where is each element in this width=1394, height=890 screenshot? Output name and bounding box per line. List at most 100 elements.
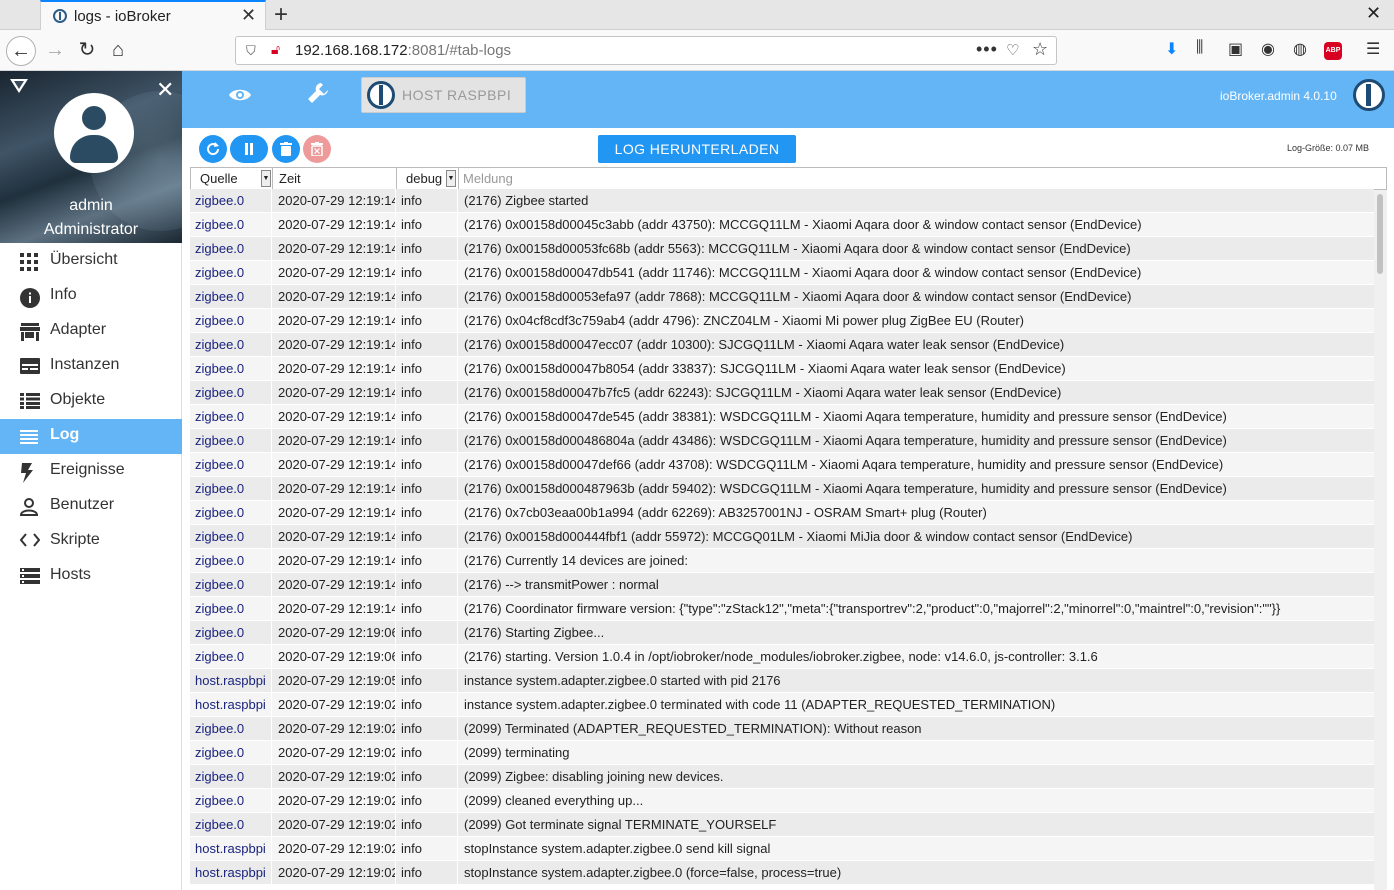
log-level: info	[396, 597, 458, 621]
sidebar-item-ereignisse[interactable]: Ereignisse	[0, 454, 182, 489]
log-source[interactable]: zigbee.0	[190, 309, 272, 333]
host-button[interactable]: HOST RASPBPI	[361, 77, 526, 113]
avatar	[54, 93, 134, 173]
browser-tabbar: logs - ioBroker ✕ + ✕	[0, 0, 1394, 31]
adblock-icon[interactable]: ABP	[1324, 42, 1342, 60]
sidebar-item-info[interactable]: Info	[0, 279, 182, 314]
sidebar: ✕ admin Administrator Übersicht Info Ada…	[0, 71, 182, 890]
log-source[interactable]: zigbee.0	[190, 741, 272, 765]
extension-icon[interactable]: ◍	[1293, 39, 1307, 59]
log-level: info	[396, 573, 458, 597]
log-source[interactable]: zigbee.0	[190, 333, 272, 357]
scrollbar-thumb[interactable]	[1377, 194, 1383, 274]
eye-icon[interactable]	[228, 83, 252, 109]
log-source[interactable]: zigbee.0	[190, 405, 272, 429]
log-source[interactable]: zigbee.0	[190, 597, 272, 621]
sidebar-item-instanzen[interactable]: Instanzen	[0, 349, 182, 384]
log-source[interactable]: zigbee.0	[190, 285, 272, 309]
table-row: zigbee.0 2020-07-29 12:19:14 info (2176) 0x…	[190, 261, 1374, 285]
log-message: (2176) 0x00158d00047def66 (addr 43708): …	[464, 457, 1224, 472]
pocket-icon[interactable]: ♡	[1006, 41, 1019, 59]
log-source[interactable]: host.raspbpi	[190, 693, 272, 717]
log-source[interactable]: zigbee.0	[190, 453, 272, 477]
pause-button[interactable]	[230, 135, 268, 163]
log-source[interactable]: zigbee.0	[190, 573, 272, 597]
log-source[interactable]: zigbee.0	[190, 765, 272, 789]
log-source[interactable]: zigbee.0	[190, 717, 272, 741]
log-scrollbar[interactable]	[1374, 190, 1387, 890]
log-source[interactable]: zigbee.0	[190, 549, 272, 573]
log-source[interactable]: host.raspbpi	[190, 861, 272, 885]
triangle-menu-icon[interactable]	[10, 79, 28, 93]
table-row: zigbee.0 2020-07-29 12:19:02 info (2099) Zi…	[190, 765, 1374, 789]
message-filter-input[interactable]: Meldung	[459, 168, 513, 189]
table-row: zigbee.0 2020-07-29 12:19:14 info (2176) 0x…	[190, 285, 1374, 309]
sidebar-item-benutzer[interactable]: Benutzer	[0, 489, 182, 524]
reload-icon[interactable]: ↻	[72, 36, 102, 66]
log-source[interactable]: zigbee.0	[190, 621, 272, 645]
sidebar-item-hosts[interactable]: Hosts	[0, 559, 182, 594]
time-filter[interactable]: Zeit	[273, 168, 397, 189]
download-icon[interactable]: ⬇	[1165, 39, 1178, 59]
menu-icon[interactable]: ☰	[1366, 39, 1380, 59]
delete-button[interactable]	[272, 135, 300, 163]
sidebar-item-skripte[interactable]: Skripte	[0, 524, 182, 559]
chevron-down-icon[interactable]: ▼	[446, 170, 456, 187]
log-level: info	[396, 741, 458, 765]
code-icon	[19, 533, 41, 551]
url-text[interactable]: 192.168.168.172:8081/#tab-logs	[295, 42, 511, 59]
level-filter[interactable]: debug ▼	[397, 168, 459, 189]
sidebar-item-adapter[interactable]: Adapter	[0, 314, 182, 349]
sidebar-item-objekte[interactable]: Objekte	[0, 384, 182, 419]
reader-icon[interactable]: ▣	[1228, 39, 1243, 59]
forward-icon[interactable]: →	[40, 36, 70, 66]
home-icon[interactable]: ⌂	[103, 36, 133, 66]
library-icon[interactable]: ⫼	[1196, 39, 1203, 57]
chevron-down-icon[interactable]: ▼	[261, 170, 271, 187]
log-source[interactable]: zigbee.0	[190, 429, 272, 453]
sidebar-item-uebersicht[interactable]: Übersicht	[0, 244, 182, 279]
table-row: zigbee.0 2020-07-29 12:19:02 info (2099) Go…	[190, 813, 1374, 837]
source-filter[interactable]: Quelle ▼	[191, 168, 273, 189]
log-time: 2020-07-29 12:19:02	[272, 813, 396, 837]
tab-close-icon[interactable]: ✕	[241, 5, 256, 26]
log-source[interactable]: zigbee.0	[190, 357, 272, 381]
delete-file-button[interactable]	[303, 135, 331, 163]
log-message: (2176) Starting Zigbee...	[464, 625, 605, 640]
refresh-button[interactable]	[199, 135, 227, 163]
log-source[interactable]: zigbee.0	[190, 501, 272, 525]
page-actions-icon[interactable]: •••	[976, 39, 998, 60]
log-source[interactable]: zigbee.0	[190, 789, 272, 813]
url-bar[interactable]: ⛉ 🔓︎ 192.168.168.172:8081/#tab-logs ••• …	[235, 36, 1057, 65]
log-source[interactable]: zigbee.0	[190, 213, 272, 237]
log-source[interactable]: zigbee.0	[190, 237, 272, 261]
bookmark-star-icon[interactable]: ☆	[1032, 39, 1048, 60]
hosts-icon	[20, 568, 40, 586]
table-row: zigbee.0 2020-07-29 12:19:14 info (2176) 0x…	[190, 381, 1374, 405]
log-source[interactable]: zigbee.0	[190, 189, 272, 213]
log-source[interactable]: host.raspbpi	[190, 837, 272, 861]
table-row: zigbee.0 2020-07-29 12:19:14 info (2176) 0x…	[190, 525, 1374, 549]
close-icon[interactable]: ✕	[156, 77, 174, 103]
log-source[interactable]: zigbee.0	[190, 813, 272, 837]
flash-icon	[20, 463, 40, 483]
log-source[interactable]: zigbee.0	[190, 381, 272, 405]
log-source[interactable]: zigbee.0	[190, 645, 272, 669]
log-source[interactable]: zigbee.0	[190, 525, 272, 549]
wrench-icon[interactable]	[306, 81, 330, 112]
log-source[interactable]: host.raspbpi	[190, 669, 272, 693]
insecure-lock-icon[interactable]: 🔓︎	[271, 41, 280, 58]
back-icon[interactable]: ←	[6, 36, 36, 66]
sidebar-item-log[interactable]: Log	[0, 419, 182, 454]
log-source[interactable]: zigbee.0	[190, 261, 272, 285]
account-icon[interactable]: ◉	[1261, 39, 1275, 59]
browser-tab[interactable]: logs - ioBroker ✕	[40, 0, 266, 31]
table-row: zigbee.0 2020-07-29 12:19:14 info (2176) 0x…	[190, 453, 1374, 477]
iobroker-favicon-icon	[53, 9, 67, 23]
download-log-button[interactable]: LOG HERUNTERLADEN	[598, 135, 796, 163]
window-close-icon[interactable]: ✕	[1366, 3, 1381, 24]
iobroker-logo-icon[interactable]	[1353, 79, 1385, 111]
log-source[interactable]: zigbee.0	[190, 477, 272, 501]
new-tab-icon[interactable]: +	[274, 1, 288, 29]
shield-icon[interactable]: ⛉	[246, 43, 256, 59]
